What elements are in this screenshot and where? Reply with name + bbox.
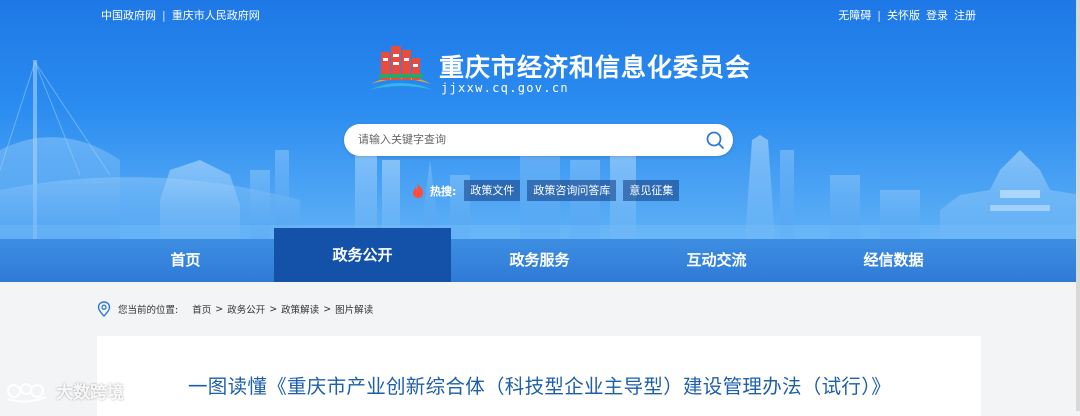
breadcrumb-policy-interpretation[interactable]: 政策解读 [281, 302, 319, 316]
accessibility-link[interactable]: 无障碍 [838, 7, 871, 23]
breadcrumb-prefix: 您当前的位置: [118, 305, 179, 316]
separator: | [877, 8, 881, 22]
search-input[interactable] [358, 124, 688, 156]
nav-home[interactable]: 首页 [97, 239, 274, 282]
hot-search: 热搜: 政策文件 政策咨询问答库 意见征集 [412, 180, 680, 201]
breadcrumb-separator: > [269, 303, 278, 315]
top-links-right: 无障碍 | 关怀版 登录 注册 [838, 7, 976, 23]
nav-data[interactable]: 经信数据 [805, 239, 982, 282]
nav-gov-services[interactable]: 政务服务 [451, 239, 628, 282]
hot-tag-policy-qa[interactable]: 政策咨询问答库 [527, 180, 617, 201]
article-card: 一图读懂《重庆市产业创新综合体（科技型企业主导型）建设管理办法（试行）》 [97, 336, 981, 416]
register-link[interactable]: 注册 [954, 7, 976, 23]
search-icon[interactable] [705, 130, 725, 150]
site-domain: jjxxw.cq.gov.cn [441, 81, 569, 95]
watermark-text: 大数跨境 [56, 383, 124, 403]
hot-search-label: 热搜: [430, 184, 457, 198]
breadcrumb-separator: > [323, 303, 332, 315]
search-box [344, 124, 733, 156]
fire-icon [413, 183, 423, 198]
main-nav: 首页 政务公开 政务服务 互动交流 经信数据 [0, 228, 1080, 282]
hot-tag-opinion[interactable]: 意见征集 [623, 180, 680, 201]
article-title: 一图读懂《重庆市产业创新综合体（科技型企业主导型）建设管理办法（试行）》 [188, 375, 892, 398]
building-logo-icon [369, 46, 433, 90]
breadcrumb: 您当前的位置: 首页 > 政务公开 > 政策解读 > 图片解读 [97, 301, 373, 317]
breadcrumb-image-interpretation[interactable]: 图片解读 [335, 302, 373, 316]
location-pin-icon [97, 301, 111, 317]
breadcrumb-gov-affairs-open[interactable]: 政务公开 [227, 302, 265, 316]
hero-banner: 中国政府网 | 重庆市人民政府网 无障碍 | 关怀版 登录 注册 重庆市经济和信… [0, 0, 1080, 239]
watermark: 大数跨境 [6, 378, 124, 403]
top-links-left: 中国政府网 | 重庆市人民政府网 [101, 7, 260, 23]
link-gov-cn[interactable]: 中国政府网 [101, 7, 156, 23]
hot-tag-policy-docs[interactable]: 政策文件 [464, 180, 521, 201]
site-title: 重庆市经济和信息化委员会 [439, 53, 752, 82]
nav-gov-affairs-open[interactable]: 政务公开 [274, 228, 451, 282]
nav-interaction[interactable]: 互动交流 [628, 239, 805, 282]
care-version-link[interactable]: 关怀版 [887, 7, 920, 23]
breadcrumb-separator: > [215, 303, 224, 315]
scrollbar[interactable] [1076, 0, 1080, 411]
breadcrumb-home[interactable]: 首页 [192, 302, 211, 316]
link-cq-gov[interactable]: 重庆市人民政府网 [172, 7, 260, 23]
login-link[interactable]: 登录 [926, 7, 948, 23]
city-skyline-illustration [0, 60, 1080, 239]
watermark-logo-icon [7, 382, 47, 403]
separator: | [162, 8, 166, 22]
